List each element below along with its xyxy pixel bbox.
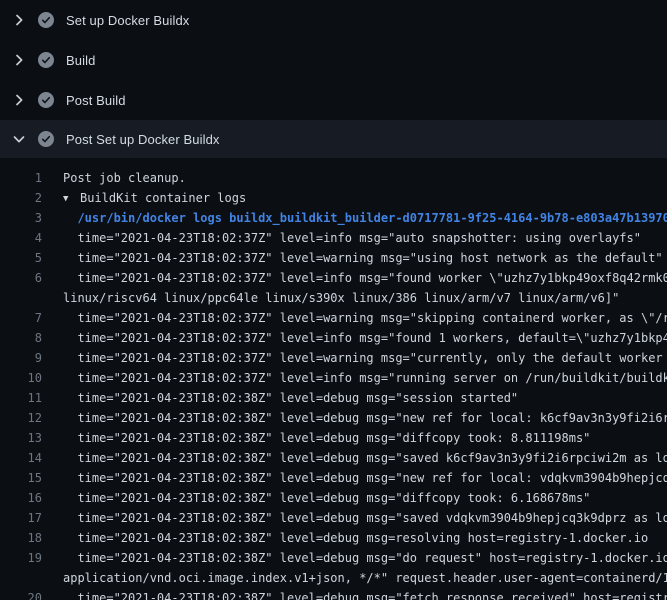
line-number[interactable]: 12 — [0, 408, 42, 428]
log-text: time="2021-04-23T18:02:37Z" level=info m… — [63, 268, 667, 288]
log-line: 17 time="2021-04-23T18:02:38Z" level=deb… — [0, 508, 667, 528]
log-line: 5 time="2021-04-23T18:02:37Z" level=warn… — [0, 248, 667, 268]
line-number[interactable]: 5 — [0, 248, 42, 268]
check-circle-icon — [38, 92, 54, 108]
log-text: time="2021-04-23T18:02:38Z" level=debug … — [63, 448, 667, 468]
chevron-down-icon — [11, 131, 27, 147]
line-number[interactable]: 14 — [0, 448, 42, 468]
log-line: 10 time="2021-04-23T18:02:37Z" level=inf… — [0, 368, 667, 388]
log-text: time="2021-04-23T18:02:37Z" level=info m… — [63, 328, 667, 348]
check-circle-icon — [38, 52, 54, 68]
log-line: 2 ▼BuildKit container logs — [0, 188, 667, 208]
step-header-post-build[interactable]: Post Build — [0, 80, 667, 120]
step-name: Build — [66, 53, 95, 68]
log-text: time="2021-04-23T18:02:38Z" level=debug … — [63, 588, 667, 600]
log-line-wrap: linux/riscv64 linux/ppc64le linux/s390x … — [0, 288, 667, 308]
steps-list: Set up Docker Buildx Build Post Build Post … — [0, 0, 667, 158]
log-lines: 1 Post job cleanup. 2 ▼BuildKit container l… — [0, 158, 667, 600]
line-number[interactable]: 15 — [0, 468, 42, 488]
log-text: time="2021-04-23T18:02:37Z" level=warnin… — [63, 348, 667, 368]
line-number[interactable]: 20 — [0, 588, 42, 600]
actions-log-viewer: Set up Docker Buildx Build Post Build Post … — [0, 0, 667, 600]
line-number[interactable]: 16 — [0, 488, 42, 508]
log-text: Post job cleanup. — [63, 168, 186, 188]
log-line: 13 time="2021-04-23T18:02:38Z" level=deb… — [0, 428, 667, 448]
line-number[interactable]: 17 — [0, 508, 42, 528]
line-number[interactable]: 2 — [0, 188, 42, 208]
command-text: /usr/bin/docker logs buildx_buildkit_bui… — [63, 208, 667, 228]
log-text: application/vnd.oci.image.index.v1+json,… — [63, 568, 667, 588]
log-line: 12 time="2021-04-23T18:02:38Z" level=deb… — [0, 408, 667, 428]
log-line: 4 time="2021-04-23T18:02:37Z" level=info… — [0, 228, 667, 248]
line-number[interactable]: 11 — [0, 388, 42, 408]
log-line: 8 time="2021-04-23T18:02:37Z" level=info… — [0, 328, 667, 348]
log-text: time="2021-04-23T18:02:38Z" level=debug … — [63, 388, 518, 408]
log-text: time="2021-04-23T18:02:38Z" level=debug … — [63, 408, 667, 428]
log-line-wrap: application/vnd.oci.image.index.v1+json,… — [0, 568, 667, 588]
log-text: time="2021-04-23T18:02:37Z" level=warnin… — [63, 308, 667, 328]
step-name: Set up Docker Buildx — [66, 13, 189, 28]
line-number[interactable]: 19 — [0, 548, 42, 568]
log-line: 9 time="2021-04-23T18:02:37Z" level=warn… — [0, 348, 667, 368]
step-header-build[interactable]: Build — [0, 40, 667, 80]
log-text: time="2021-04-23T18:02:38Z" level=debug … — [63, 548, 667, 568]
line-number[interactable]: 10 — [0, 368, 42, 388]
step-header-set-up-docker-buildx[interactable]: Set up Docker Buildx — [0, 0, 667, 40]
group-toggle-icon[interactable]: ▼ — [63, 189, 80, 209]
log-text: time="2021-04-23T18:02:37Z" level=info m… — [63, 228, 641, 248]
log-text: time="2021-04-23T18:02:37Z" level=warnin… — [63, 248, 663, 268]
log-text: time="2021-04-23T18:02:38Z" level=debug … — [63, 528, 648, 548]
log-group-label[interactable]: BuildKit container logs — [80, 191, 246, 205]
log-text: time="2021-04-23T18:02:38Z" level=debug … — [63, 488, 590, 508]
log-text: linux/riscv64 linux/ppc64le linux/s390x … — [63, 288, 619, 308]
log-line: 18 time="2021-04-23T18:02:38Z" level=deb… — [0, 528, 667, 548]
line-number[interactable]: 6 — [0, 268, 42, 288]
log-line: 1 Post job cleanup. — [0, 168, 667, 188]
line-number[interactable]: 1 — [0, 168, 42, 188]
line-number — [0, 288, 42, 308]
check-circle-icon — [38, 131, 54, 147]
chevron-right-icon — [11, 92, 27, 108]
log-text: time="2021-04-23T18:02:38Z" level=debug … — [63, 508, 667, 528]
step-name: Post Build — [66, 93, 126, 108]
step-header-post-set-up-docker-buildx[interactable]: Post Set up Docker Buildx — [0, 120, 667, 158]
log-group-row: ▼BuildKit container logs — [63, 188, 246, 208]
line-number[interactable]: 18 — [0, 528, 42, 548]
log-line: 15 time="2021-04-23T18:02:38Z" level=deb… — [0, 468, 667, 488]
log-line: 7 time="2021-04-23T18:02:37Z" level=warn… — [0, 308, 667, 328]
chevron-right-icon — [11, 12, 27, 28]
log-line: 16 time="2021-04-23T18:02:38Z" level=deb… — [0, 488, 667, 508]
line-number — [0, 568, 42, 588]
log-text: time="2021-04-23T18:02:38Z" level=debug … — [63, 428, 590, 448]
line-number[interactable]: 7 — [0, 308, 42, 328]
step-name: Post Set up Docker Buildx — [66, 132, 220, 147]
check-circle-icon — [38, 12, 54, 28]
log-line: 20 time="2021-04-23T18:02:38Z" level=deb… — [0, 588, 667, 600]
log-text: time="2021-04-23T18:02:37Z" level=info m… — [63, 368, 667, 388]
line-number[interactable]: 9 — [0, 348, 42, 368]
log-line: 11 time="2021-04-23T18:02:38Z" level=deb… — [0, 388, 667, 408]
chevron-right-icon — [11, 52, 27, 68]
line-number[interactable]: 8 — [0, 328, 42, 348]
log-text: time="2021-04-23T18:02:38Z" level=debug … — [63, 468, 667, 488]
line-number[interactable]: 13 — [0, 428, 42, 448]
log-line: 3 /usr/bin/docker logs buildx_buildkit_b… — [0, 208, 667, 228]
log-line: 19 time="2021-04-23T18:02:38Z" level=deb… — [0, 548, 667, 568]
log-line: 6 time="2021-04-23T18:02:37Z" level=info… — [0, 268, 667, 288]
line-number[interactable]: 4 — [0, 228, 42, 248]
log-line: 14 time="2021-04-23T18:02:38Z" level=deb… — [0, 448, 667, 468]
line-number[interactable]: 3 — [0, 208, 42, 228]
